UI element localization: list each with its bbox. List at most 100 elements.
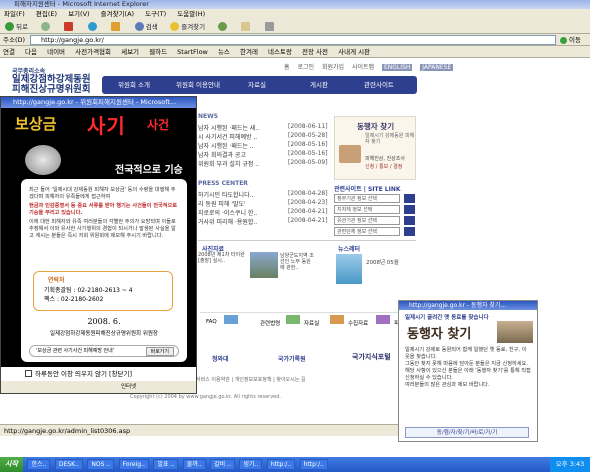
back-button[interactable]: 뒤로 bbox=[2, 21, 31, 33]
util-login[interactable]: 로그인 bbox=[297, 64, 314, 71]
nav-board[interactable]: 게시판 bbox=[310, 76, 328, 94]
link-item[interactable]: 사내게 시판 bbox=[338, 46, 370, 57]
partner-knowledge[interactable]: 국가지식포털 bbox=[352, 352, 391, 362]
link-item[interactable]: 사전가격협회 bbox=[75, 46, 111, 57]
print-button[interactable] bbox=[262, 21, 279, 33]
press-date: [2008-04-28] bbox=[288, 190, 328, 197]
no-show-bar: 하루동안 이창 띄우지 않기 [창닫기] bbox=[1, 367, 196, 381]
companion-popup-window: http://gangje.go.kr - 동행자 찾기... 일제시기 끌려간… bbox=[398, 300, 538, 442]
link-item[interactable]: 전장 사전 bbox=[302, 46, 328, 57]
home-button[interactable] bbox=[108, 21, 125, 33]
go-small-button[interactable] bbox=[404, 216, 415, 225]
footer-directions[interactable]: 찾아오시는 길 bbox=[276, 377, 305, 383]
task-button[interactable]: Foreig.. bbox=[118, 459, 149, 470]
task-button[interactable]: 갈비 .. bbox=[210, 459, 235, 470]
list-item[interactable]: 남자 시행된 ·패드는 .. [2008-05-16] bbox=[198, 141, 328, 150]
list-item[interactable]: 리 동원 피해 '말도' [2008-04-23] bbox=[198, 199, 328, 208]
list-item[interactable]: 시 사기서건 피해예방 .. [2008-05-28] bbox=[198, 132, 328, 141]
task-button[interactable]: DESK.. bbox=[54, 459, 83, 470]
no-show-label[interactable]: 하루동안 이창 띄우지 않기 [창닫기] bbox=[35, 370, 132, 378]
list-item[interactable]: 위원회 부과 설치 규정 .. [2008-05-09] bbox=[198, 159, 328, 168]
nav-related[interactable]: 관련사이트 bbox=[364, 76, 394, 94]
link-item[interactable]: StartFlow bbox=[177, 46, 208, 57]
task-button[interactable]: 빙기.. bbox=[239, 459, 263, 470]
footer-privacy[interactable]: 개인정보보호정책 bbox=[235, 377, 272, 383]
search-button[interactable]: 검색 bbox=[132, 21, 161, 33]
menu-favorites[interactable]: 즐겨찾기(A) bbox=[101, 10, 134, 18]
util-japanese[interactable]: JAPANESE bbox=[420, 64, 454, 71]
task-button[interactable]: 한스.. bbox=[27, 459, 51, 470]
task-button[interactable]: NOS .. bbox=[87, 459, 115, 470]
link-item[interactable]: 한겨레 bbox=[240, 46, 258, 57]
popup-right-p1: 일제시기 강제로 동원되어 함께 일했던 옛 동료, 친구, 이웃을 찾습니다. bbox=[405, 347, 527, 360]
menu-help[interactable]: 도움말(H) bbox=[177, 10, 205, 18]
news-list: 남자 시행된 ·패드는 새.. [2008-06-11] 시 사기서건 피해예방 … bbox=[198, 123, 328, 168]
link-item[interactable]: 네이버 bbox=[47, 46, 65, 57]
go-button[interactable]: 이동 bbox=[560, 35, 588, 45]
nav-archive[interactable]: 자료실 bbox=[248, 76, 266, 94]
related-select-gov[interactable]: 정부기관 정보 선택 bbox=[334, 194, 400, 203]
quick-collect[interactable]: 수집자료 bbox=[348, 319, 368, 327]
list-item[interactable]: 남자 회의결과 공고 [2008-05-16] bbox=[198, 150, 328, 159]
related-select-org[interactable]: 유관기관 정보 선택 bbox=[334, 216, 400, 225]
menu-edit[interactable]: 편집(E) bbox=[36, 10, 57, 18]
stop-button[interactable] bbox=[61, 21, 78, 33]
history-button[interactable] bbox=[215, 21, 232, 33]
util-home[interactable]: 홈 bbox=[284, 64, 290, 71]
go-small-button[interactable] bbox=[404, 227, 415, 236]
related-select-group[interactable]: 관련단체 정보 선택 bbox=[334, 227, 400, 236]
util-english[interactable]: ENGLISH bbox=[381, 64, 413, 71]
clock: 오후 3:43 bbox=[550, 457, 590, 472]
photo-thumb-1[interactable] bbox=[250, 252, 278, 278]
refresh-button[interactable] bbox=[85, 21, 102, 33]
contact-row: 팩스 : 02-2180-2602 bbox=[34, 295, 172, 304]
site-logo[interactable]: 국무총리소속 일제강점하강제동원 피해진상규명위원회 bbox=[12, 66, 91, 95]
link-item[interactable]: 다음 bbox=[25, 46, 37, 57]
task-button[interactable]: http:/.. bbox=[266, 459, 296, 470]
go-small-button[interactable] bbox=[404, 194, 415, 203]
shortcut-button[interactable]: 바로가기 bbox=[145, 347, 174, 356]
related-select-local[interactable]: 지자체 정보 선택 bbox=[334, 205, 400, 214]
link-item[interactable]: 뉴스 bbox=[218, 46, 230, 57]
task-button[interactable]: http:/.. bbox=[299, 459, 328, 470]
partner-archives[interactable]: 국가기록원 bbox=[278, 354, 306, 363]
nav-about[interactable]: 위원회 소개 bbox=[118, 76, 150, 94]
quick-law[interactable]: 관련법령 bbox=[260, 319, 280, 327]
popup-status-bar: 인터넷 bbox=[1, 381, 196, 393]
util-join[interactable]: 회원가입 bbox=[322, 64, 344, 71]
no-show-checkbox[interactable] bbox=[25, 370, 32, 377]
mail-button[interactable] bbox=[238, 21, 255, 33]
address-input[interactable]: http://gangje.go.kr/ bbox=[30, 35, 556, 45]
list-item[interactable]: 거사위 피리해 ·용원합.. [2008-04-21] bbox=[198, 217, 328, 226]
list-item[interactable]: 남자 시행된 ·패드는 새.. [2008-06-11] bbox=[198, 123, 328, 132]
home-icon bbox=[111, 22, 121, 31]
list-item[interactable]: 하기시민 타도합니다.. [2008-04-28] bbox=[198, 190, 328, 199]
forward-button[interactable] bbox=[38, 21, 55, 33]
footer-terms[interactable]: 서비스 이용약관 bbox=[196, 377, 230, 383]
task-button[interactable]: 발표 .. bbox=[153, 459, 179, 470]
menu-file[interactable]: 파일(F) bbox=[4, 10, 25, 18]
menu-tools[interactable]: 도구(T) bbox=[145, 10, 166, 18]
list-item[interactable]: 지로로의 ·이스쿠니 한.. [2008-04-21] bbox=[198, 208, 328, 217]
archive-icon bbox=[286, 315, 300, 324]
quick-menu: FAQ 관련법령 자료실 수집자료 피해자 bbox=[200, 312, 418, 334]
start-button[interactable]: 시작 bbox=[0, 457, 23, 472]
util-sitemap[interactable]: 사이트맵 bbox=[352, 64, 374, 71]
partner-cheongwadae[interactable]: 청와대 bbox=[212, 354, 229, 363]
newsletter-caption: 2008년 05월 bbox=[366, 260, 399, 266]
quick-archive[interactable]: 자료실 bbox=[304, 319, 319, 327]
popup-right-heading: 일제시기 끌려간 옛 동료를 찾습니다 bbox=[405, 315, 489, 321]
favorites-button[interactable]: 즐겨찾기 bbox=[167, 21, 208, 33]
link-item[interactable]: 웹하드 bbox=[149, 46, 167, 57]
popup-right-photo bbox=[497, 321, 533, 343]
menu-view[interactable]: 보기(V) bbox=[68, 10, 89, 18]
newsletter-thumb[interactable] bbox=[336, 254, 362, 284]
search-box[interactable]: 동행자 찾기 일제시기 강제동원 피해자 찾기 피해진상, 진상조사 신청 / … bbox=[334, 116, 416, 180]
go-small-button[interactable] bbox=[404, 205, 415, 214]
link-item[interactable]: 네스토랑 bbox=[268, 46, 292, 57]
link-item[interactable]: 세보기 bbox=[121, 46, 139, 57]
quick-faq[interactable]: FAQ bbox=[206, 319, 217, 325]
task-button[interactable]: 몰까.. bbox=[182, 459, 206, 470]
nav-guide[interactable]: 위원회 이용안내 bbox=[176, 76, 220, 94]
companion-search-link[interactable]: 동/행/자/찾/기/바/로/가/기 bbox=[405, 427, 529, 438]
